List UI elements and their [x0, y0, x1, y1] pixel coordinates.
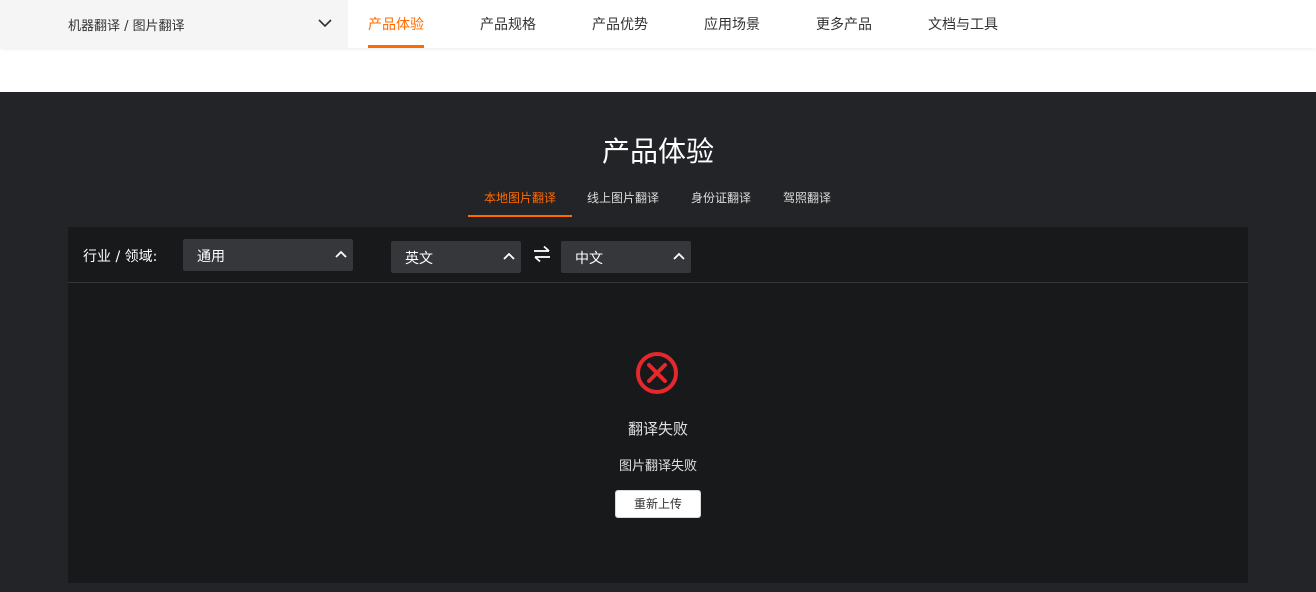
nav-tab-specs[interactable]: 产品规格 — [480, 14, 536, 34]
target-language-select[interactable]: 中文 — [561, 241, 691, 273]
fail-description: 图片翻译失败 — [618, 459, 697, 474]
target-language-value: 中文 — [575, 251, 603, 267]
nav-tab-more-products[interactable]: 更多产品 — [816, 14, 872, 34]
sub-tab-online-image[interactable]: 线上图片翻译 — [587, 189, 659, 206]
nav-tab-advantages[interactable]: 产品优势 — [592, 14, 648, 34]
nav-tab-docs-tools[interactable]: 文档与工具 — [928, 14, 998, 34]
translation-panel — [68, 227, 1248, 583]
source-language-select[interactable]: 英文 — [391, 241, 521, 273]
error-circle-icon — [636, 352, 678, 394]
domain-select-value: 通用 — [197, 249, 225, 265]
reupload-button[interactable]: 重新上传 — [615, 490, 701, 518]
sub-tab-active-indicator — [468, 215, 572, 217]
domain-select[interactable]: 通用 — [183, 239, 353, 271]
chevron-up-icon — [503, 252, 515, 260]
nav-tab-experience[interactable]: 产品体验 — [368, 14, 424, 34]
product-switcher[interactable]: 机器翻译 / 图片翻译 — [0, 0, 348, 48]
swap-arrows-icon[interactable] — [532, 245, 552, 263]
source-language-value: 英文 — [405, 251, 433, 267]
sub-tab-driver-license[interactable]: 驾照翻译 — [783, 189, 831, 206]
section-title: 产品体验 — [601, 135, 714, 168]
chevron-up-icon — [335, 250, 347, 258]
chevron-up-icon — [673, 252, 685, 260]
sub-tab-id-card[interactable]: 身份证翻译 — [691, 189, 751, 206]
nav-active-indicator — [368, 45, 424, 48]
sub-tab-local-image[interactable]: 本地图片翻译 — [484, 189, 556, 206]
breadcrumb: 机器翻译 / 图片翻译 — [68, 19, 185, 34]
nav-tab-scenarios[interactable]: 应用场景 — [704, 14, 760, 34]
toolbar-divider — [68, 282, 1248, 283]
chevron-down-icon[interactable] — [316, 16, 334, 30]
fail-title: 翻译失败 — [627, 420, 688, 438]
domain-label: 行业 / 领域: — [83, 249, 158, 265]
top-nav: 机器翻译 / 图片翻译 产品体验 产品规格 产品优势 应用场景 更多产品 文档与… — [0, 0, 1316, 48]
